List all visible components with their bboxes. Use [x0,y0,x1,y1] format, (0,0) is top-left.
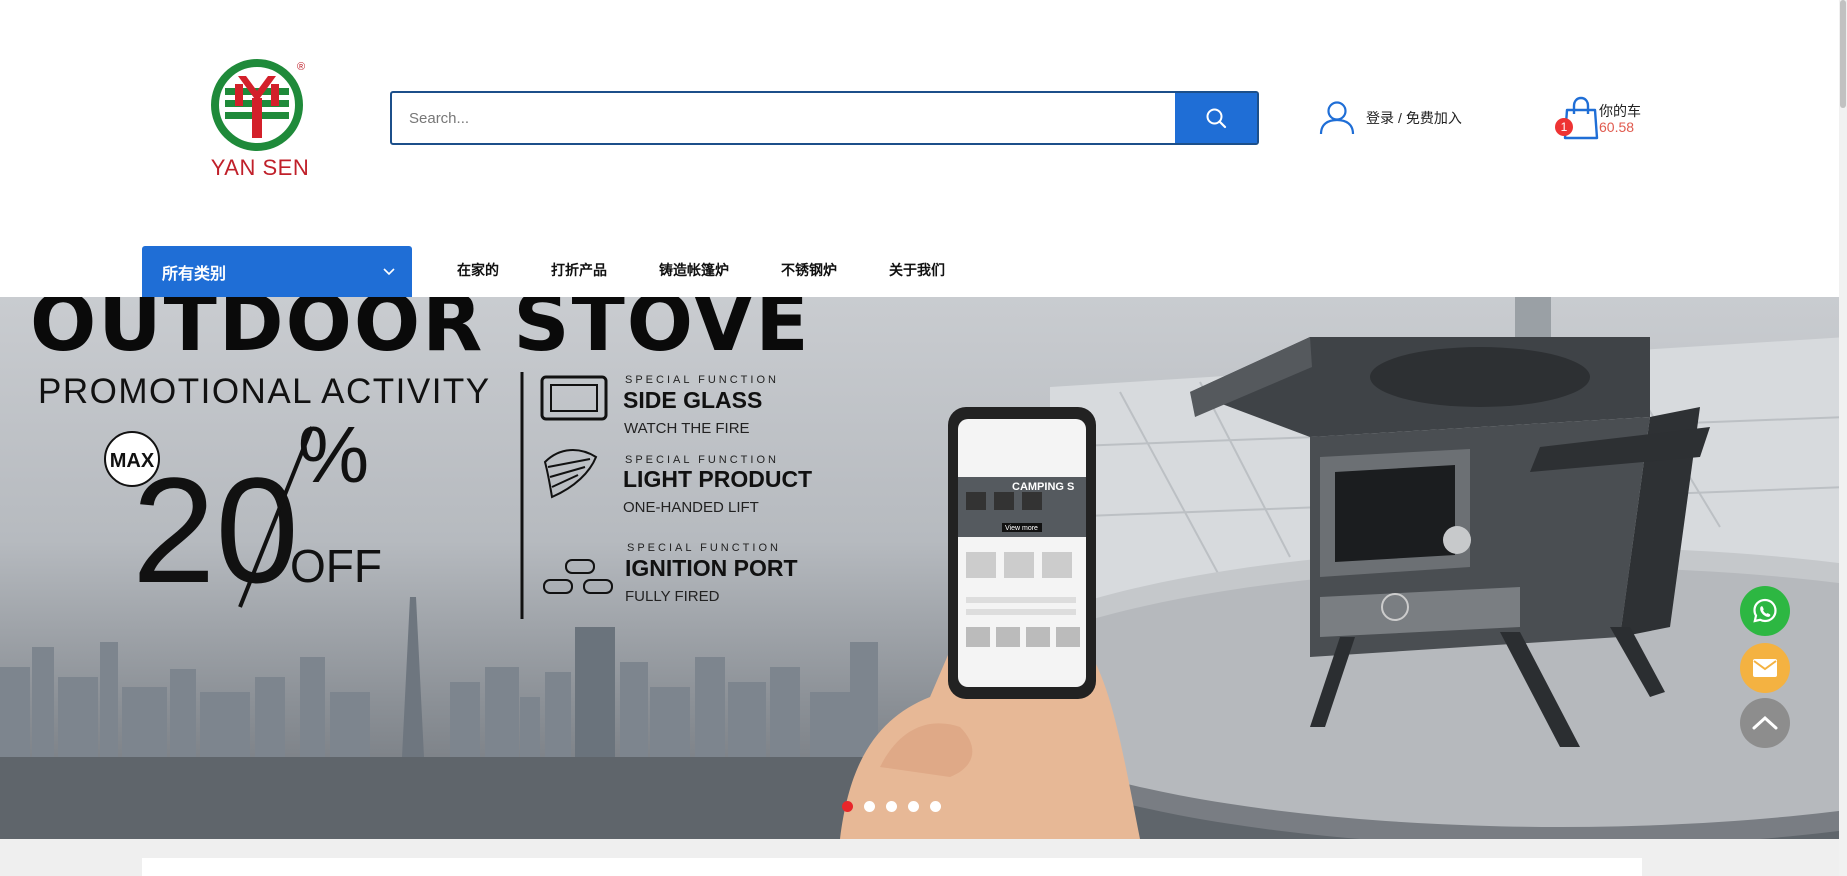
city-skyline [0,597,878,757]
discount-number: 20 [132,446,299,614]
slider-dot-1[interactable] [842,801,853,812]
yansen-logo-mark-icon: ® [211,59,305,151]
feature-desc-2: ONE-HANDED LIFT [623,499,759,516]
phone-screen-cta: View more [1005,525,1038,532]
page: ® YAN SEN 登录/免费加入 1 你的车 60.58 [0,0,1847,876]
site-logo[interactable]: ® YAN SEN [205,58,315,183]
hand-holding-phone: CAMPING S View more [840,407,1140,839]
account-separator: / [1398,110,1402,126]
nav-item-about[interactable]: 关于我们 [889,260,945,280]
register-link[interactable]: 免费加入 [1406,110,1462,126]
whatsapp-icon [1753,598,1777,623]
search-bar [390,91,1259,145]
banner-artwork: CAMPING S View more OUTDOOR STOVE PROMOT… [0,297,1847,839]
back-to-top-button[interactable] [1740,698,1790,748]
content-card [142,858,1642,876]
phone-screen-headline: CAMPING S [1012,481,1074,493]
mail-icon [1753,659,1777,677]
slider-dot-5[interactable] [930,801,941,812]
search-icon [1206,108,1227,129]
nav-item-sale[interactable]: 打折产品 [551,260,607,280]
nav-item-cast-tent-stove[interactable]: 铸造帐篷炉 [659,260,729,280]
chevron-down-icon [383,267,395,275]
feature-desc-3: FULLY FIRED [625,588,720,605]
slider-dot-4[interactable] [908,801,919,812]
discount-suffix: OFF [290,540,382,592]
login-link[interactable]: 登录 [1366,110,1394,126]
feature-title-2: LIGHT PRODUCT [623,466,812,492]
slider-dot-2[interactable] [864,801,875,812]
cart-count-badge: 1 [1555,118,1573,136]
banner-headline: OUTDOOR STOVE [30,297,811,369]
whatsapp-button[interactable] [1740,586,1790,636]
nav-item-home[interactable]: 在家的 [457,260,499,280]
page-scrollbar[interactable] [1839,0,1847,876]
brand-name: YAN SEN [210,155,310,180]
slider-dot-3[interactable] [886,801,897,812]
feature-title-1: SIDE GLASS [623,387,762,413]
slider-dots [842,801,941,812]
scrollbar-thumb[interactable] [1840,0,1846,108]
ignition-port-icon [543,559,613,594]
feature-kicker-1: SPECIAL FUNCTION [625,374,779,386]
all-categories-button[interactable]: 所有类别 [142,246,412,297]
feature-desc-1: WATCH THE FIRE [624,420,750,437]
feature-kicker-3: SPECIAL FUNCTION [627,542,781,554]
feather-icon [543,449,598,499]
discount-percent: % [298,410,369,499]
main-nav: 在家的 打折产品 铸造帐篷炉 不锈钢炉 关于我们 [457,260,997,280]
all-categories-label: 所有类别 [162,265,227,283]
search-button[interactable] [1175,93,1257,143]
hero-banner[interactable]: CAMPING S View more OUTDOOR STOVE PROMOT… [0,297,1847,839]
banner-promo: PROMOTIONAL ACTIVITY [38,372,491,411]
registered-mark: ® [297,61,305,73]
cart-title: 你的车 [1599,103,1641,119]
feature-kicker-2: SPECIAL FUNCTION [625,454,779,466]
account-links: 登录 / 免费加入 [1318,99,1462,137]
search-input[interactable] [392,93,1175,143]
feature-title-3: IGNITION PORT [625,555,798,581]
cart-amount: 60.58 [1599,119,1635,135]
cart-widget[interactable]: 1 你的车 60.58 [1555,96,1655,142]
chevron-up-icon [1752,715,1778,730]
nav-item-stainless-stove[interactable]: 不锈钢炉 [781,260,837,280]
user-icon[interactable] [1318,100,1356,136]
email-button[interactable] [1740,643,1790,693]
